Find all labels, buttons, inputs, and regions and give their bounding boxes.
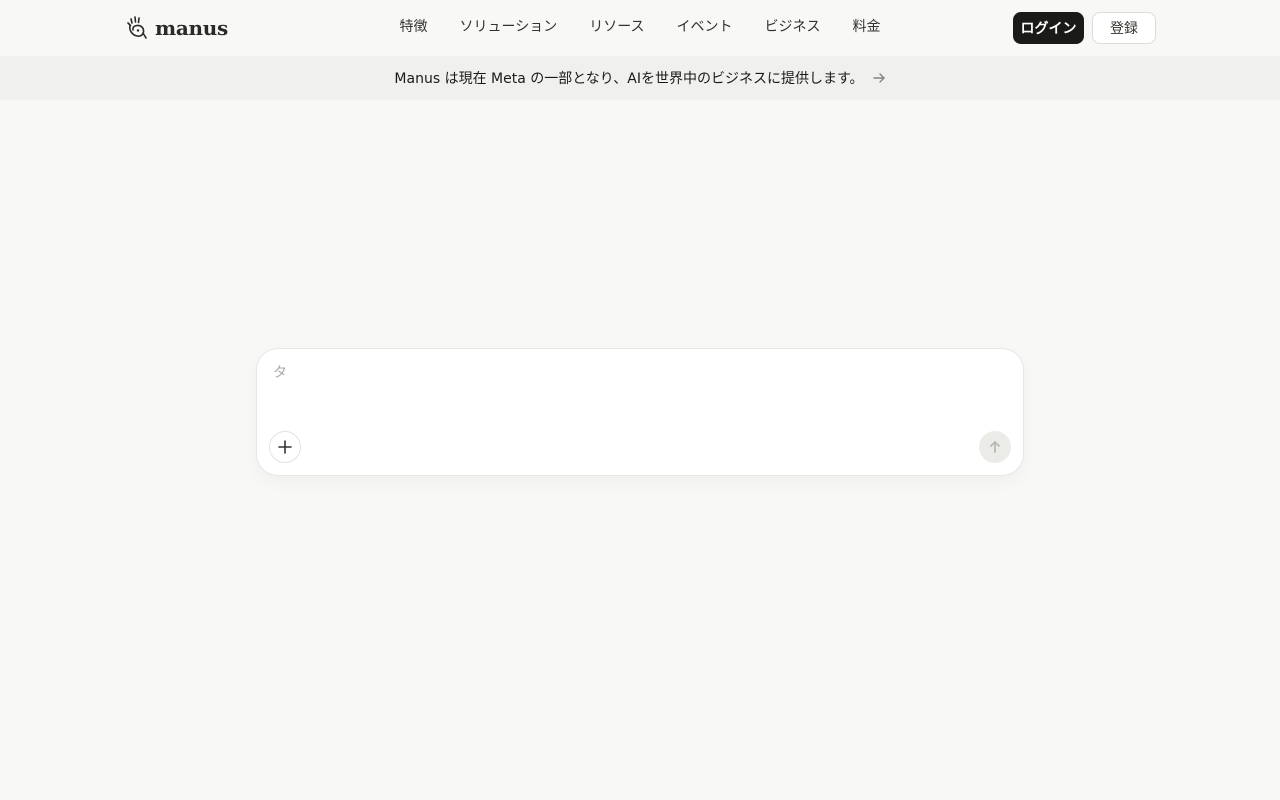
brand-logo[interactable]: manus [125, 14, 228, 42]
send-button[interactable] [979, 431, 1011, 463]
main-nav-list: 特徴 ソリューション リソース イベント ビジネス 料金 [383, 17, 896, 37]
announcement-banner[interactable]: Manus は現在 Meta の一部となり、AIを世界中のビジネスに提供します。 [0, 56, 1280, 100]
login-button[interactable]: ログイン [1013, 12, 1084, 44]
chat-composer: タ [256, 348, 1024, 476]
announcement-text: Manus は現在 Meta の一部となり、AIを世界中のビジネスに提供します。 [394, 71, 864, 87]
nav-item-6[interactable]: 料金 [837, 17, 897, 37]
plus-icon [278, 440, 292, 454]
arrow-right-icon [872, 73, 885, 83]
nav-item-3[interactable]: リソース [573, 17, 660, 37]
signup-button[interactable]: 登録 [1092, 12, 1156, 44]
top-navigation: manus 特徴 ソリューション リソース イベント ビジネス 料金 ログイン 登録 [0, 0, 1280, 56]
nav-item-5[interactable]: ビジネス [749, 17, 837, 37]
arrow-up-icon [990, 441, 1000, 453]
task-input[interactable]: タ [273, 363, 973, 387]
brand-name: manus [155, 16, 228, 40]
add-attachment-button[interactable] [269, 431, 301, 463]
nav-item-2[interactable]: ソリューション [443, 17, 573, 37]
nav-item-4[interactable]: イベント [661, 17, 749, 37]
manus-hand-icon [127, 16, 147, 39]
nav-item-1[interactable]: 特徴 [383, 17, 443, 37]
